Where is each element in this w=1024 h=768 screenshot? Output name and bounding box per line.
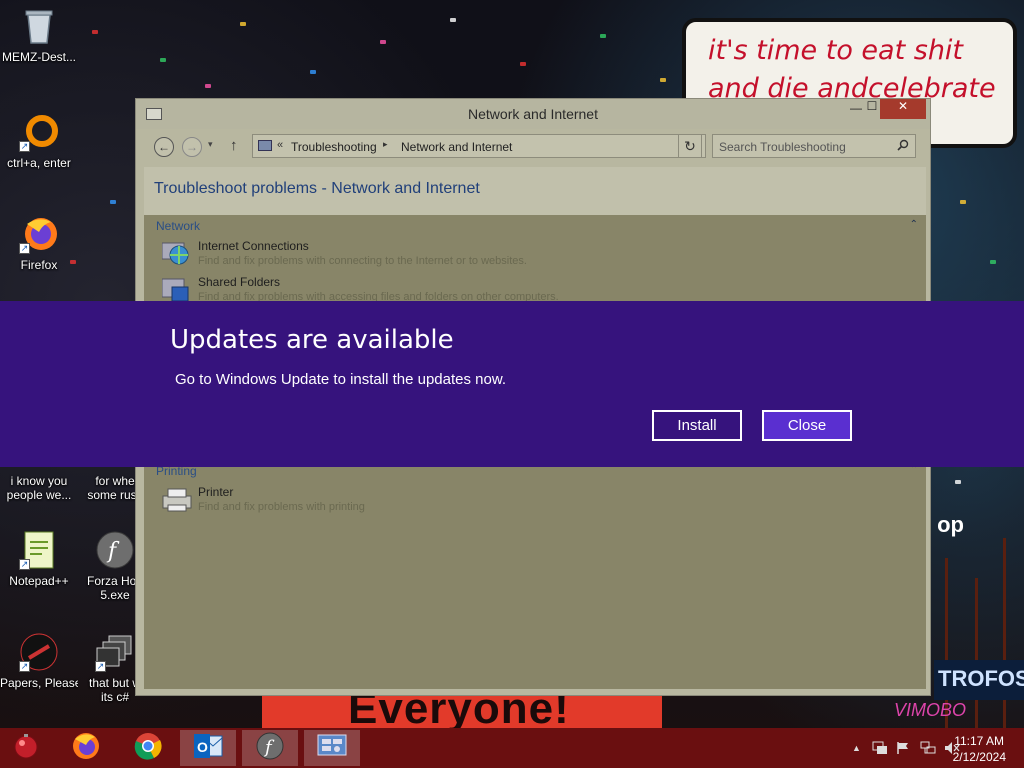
recycle-bin-icon [19,6,59,46]
speech-bubble-text: it's time to eat shit and die andcelebra… [708,35,996,104]
content-header: Troubleshoot problems - Network and Inte… [144,167,926,215]
control-panel-location-icon [258,140,272,151]
updates-available-banner: Updates are available Go to Windows Upda… [0,301,1024,467]
show-hidden-icons-button[interactable]: ▲ [852,743,861,753]
action-center-icon[interactable] [872,741,888,758]
flag-icon[interactable] [896,741,910,758]
flash-icon: f [255,731,285,766]
address-overflow[interactable]: « [277,139,283,151]
page-title: Troubleshoot problems - Network and Inte… [154,180,480,197]
close-button[interactable]: Close [762,410,852,441]
notepad-plus-plus-icon: ↗ [19,530,59,570]
desktop-icon-notepad-plus-plus[interactable]: ↗ Notepad++ [0,530,78,588]
control-panel-icon [316,732,348,765]
refresh-button[interactable]: ↻ [678,134,702,158]
desktop-icon-i-know-you[interactable]: i know you people we... [0,474,78,502]
breadcrumb-troubleshooting[interactable]: Troubleshooting [291,140,377,154]
stacked-windows-icon: ↗ [95,632,135,672]
navigation-bar: ← → ▾ ↑ « Troubleshooting ▸ Network and … [144,133,922,161]
clock-date[interactable]: 2/12/2024 [953,750,1006,764]
up-button[interactable]: ↑ [230,137,238,154]
desktop-icon-papers-please[interactable]: ↗ Papers, Please [0,632,78,690]
flash-icon: f [95,530,135,570]
banner-message: Go to Windows Update to install the upda… [175,371,507,388]
taskbar-firefox[interactable] [58,730,114,766]
desktop-icon-ctrl-a-enter[interactable]: ↗ ctrl+a, enter [0,112,78,170]
shared-folder-icon [161,277,190,303]
start-ball-icon [12,732,40,765]
item-title: Internet Connections [198,239,309,253]
clock-time[interactable]: 11:17 AM [954,734,1004,748]
taskbar-outlook[interactable]: O [180,730,236,766]
collapse-network-icon[interactable]: ⌃ [910,219,918,230]
shortcut-arrow-icon: ↗ [19,661,30,672]
taskbar-flash[interactable]: f [242,730,298,766]
printer-icon [162,487,192,513]
orange-ring-icon: ↗ [19,112,59,152]
wallpaper-sign-2: VIMOBO [894,700,967,720]
shortcut-arrow-icon: ↗ [19,141,30,152]
search-placeholder: Search Troubleshooting [719,140,846,154]
address-bar[interactable]: « Troubleshooting ▸ Network and Internet… [252,134,706,158]
system-tray: ▲ 11:17 AM 2/12/2024 [824,728,1024,768]
window-title: Network and Internet [468,106,598,122]
window-titlebar[interactable]: Network and Internet — ☐ ✕ [136,99,930,129]
breadcrumb-network-and-internet[interactable]: Network and Internet [401,140,512,154]
taskbar-control-panel[interactable] [304,730,360,766]
papers-please-icon: ↗ [19,632,59,672]
item-description: Find and fix problems with connecting to… [198,255,527,267]
recent-locations-dropdown[interactable]: ▾ [208,139,213,150]
firefox-icon: ↗ [19,214,59,254]
start-button[interactable] [0,730,52,766]
back-button[interactable]: ← [154,137,174,157]
group-header-network[interactable]: Network [156,219,200,233]
svg-text:O: O [197,739,208,755]
install-button[interactable]: Install [652,410,742,441]
desktop-icon-recycle-bin[interactable]: MEMZ-Dest... [0,6,78,64]
item-title: Printer [198,485,234,499]
wallpaper-op-sign: op [937,512,964,537]
shortcut-arrow-icon: ↗ [19,243,30,254]
shortcut-arrow-icon: ↗ [95,661,106,672]
wallpaper-sign: TROFOS [934,660,1024,700]
firefox-icon [71,731,101,766]
banner-title: Updates are available [170,325,454,355]
search-icon[interactable] [897,139,909,154]
network-icon[interactable] [920,741,936,758]
globe-network-icon [161,241,190,267]
item-title: Shared Folders [198,275,281,289]
taskbar: O f ▲ 11:17 AM 2/12/2024 [0,728,1024,768]
outlook-icon: O [192,732,224,765]
forward-button[interactable]: → [182,137,202,157]
desktop-icon-firefox[interactable]: ↗ Firefox [0,214,78,272]
chrome-icon [133,731,163,766]
item-description: Find and fix problems with printing [198,501,365,513]
taskbar-chrome[interactable] [120,730,176,766]
shortcut-arrow-icon: ↗ [19,559,30,570]
breadcrumb-separator[interactable]: ▸ [383,139,388,150]
search-input[interactable]: Search Troubleshooting [712,134,916,158]
close-window-button[interactable]: ✕ [880,99,926,119]
